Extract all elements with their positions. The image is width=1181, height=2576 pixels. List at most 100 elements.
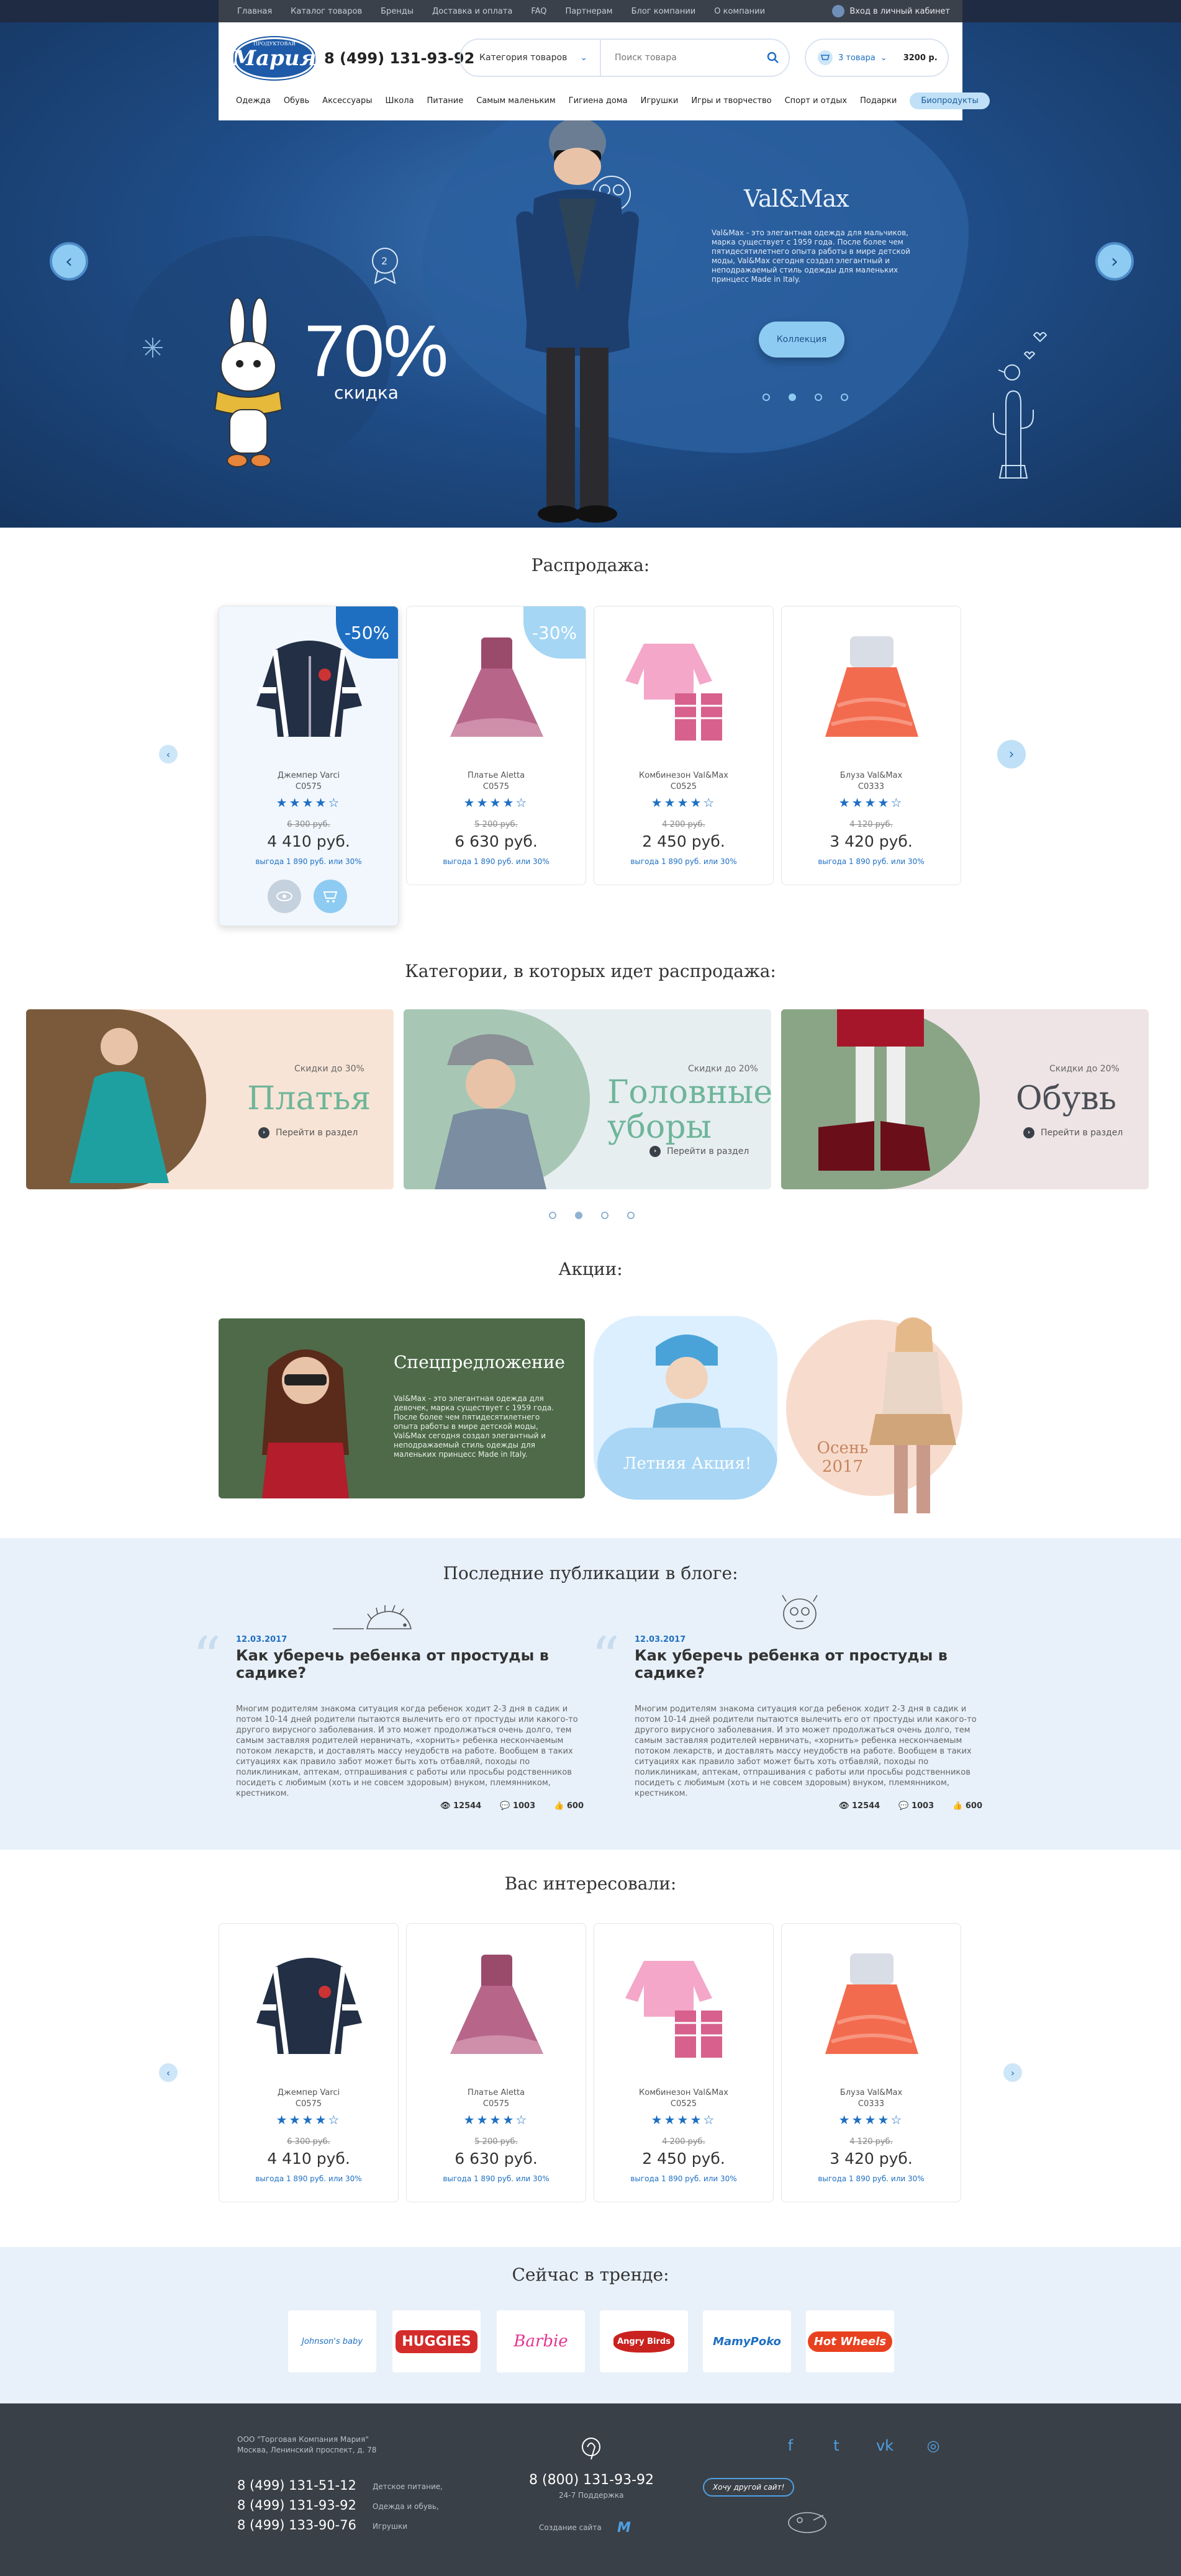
footer-phone[interactable]: 8 (499) 131-93-92 [237,2495,356,2515]
category-select[interactable]: Категория товаров ⌄ [461,40,601,76]
topnav-link[interactable]: Главная [237,7,272,16]
twitter-icon[interactable]: t [827,2437,846,2456]
product-card[interactable]: Джемпер Varci C0575 ★★★★☆ 6 300 руб. 4 41… [219,1923,399,2202]
topnav-link[interactable]: Партнерам [566,7,613,16]
catnav-item[interactable]: Обувь [284,96,309,106]
site-header: ПРОДУКТОВАЯ Мария 8 (499) 131-93-92 Кате… [219,22,990,120]
category-banner-hats[interactable]: Скидки до 20% Головные уборы › Перейти в … [404,1009,771,1189]
comment-icon: 💬 [898,1801,909,1811]
category-link[interactable]: › Перейти в раздел [649,1146,749,1157]
slider-dot[interactable] [627,1212,635,1219]
topnav-link[interactable]: Блог компании [631,7,696,16]
category-banner-dresses[interactable]: Скидки до 30% Платья › Перейти в раздел [26,1009,394,1189]
developer-logo-icon[interactable]: M [617,2520,631,2536]
product-card[interactable]: Блуза Val&Max C0333 ★★★★☆ 4 120 руб. 3 42… [781,606,961,885]
product-card[interactable]: Комбинезон Val&Max C0525 ★★★★☆ 4 200 руб.… [594,1923,774,2202]
topnav-link[interactable]: Каталог товаров [291,7,362,16]
search-input[interactable] [601,53,758,63]
blog-post[interactable]: 12.03.2017 Как уберечь ребенка от просту… [236,1635,596,1821]
brand-logo-angry-birds[interactable]: Angry Birds [600,2310,688,2372]
search-icon[interactable] [758,52,789,64]
product-card[interactable]: Блуза Val&Max C0333 ★★★★☆ 4 120 руб. 3 42… [781,1923,961,2202]
price: 6 630 руб. [455,832,538,850]
price: 2 450 руб. [642,2150,725,2168]
promo-special[interactable]: Спецпредложение Val&Max - это элегантная… [219,1318,585,1498]
catnav-item[interactable]: Аксессуары [322,96,372,106]
category-link[interactable]: › Перейти в раздел [1023,1127,1123,1138]
catnav-item[interactable]: Спорт и отдых [785,96,848,106]
catnav-item[interactable]: Самым маленьким [476,96,555,106]
cart-widget[interactable]: 3 товара ⌄ 3200 р. [805,38,949,77]
catnav-item-bio[interactable]: Биопродукты [910,92,990,109]
brand-logo-hot-wheels[interactable]: Hot Wheels [806,2310,894,2372]
catnav-item[interactable]: Подарки [860,96,897,106]
slider-dot[interactable] [601,1212,609,1219]
category-select-label: Категория товаров [479,53,568,63]
hero-prev-arrow-icon[interactable]: ‹ [50,242,88,281]
brand-logo-huggies[interactable]: HUGGIES [392,2310,481,2372]
footer-phone[interactable]: 8 (499) 131-51-12 [237,2475,356,2495]
chevron-down-icon: ⌄ [580,53,587,63]
post-stats: 👁 12544 💬 1003 👍 600 [839,1801,982,1811]
post-title[interactable]: Как уберечь ребенка от простуды в садике… [236,1647,596,1682]
catnav-item[interactable]: Игрушки [641,96,679,106]
likes-count[interactable]: 👍 600 [554,1801,584,1811]
product-card[interactable]: Комбинезон Val&Max C0525 ★★★★☆ 4 200 руб.… [594,606,774,885]
slider-dot[interactable] [549,1212,556,1219]
likes-count[interactable]: 👍 600 [952,1801,982,1811]
facebook-icon[interactable]: f [781,2437,800,2456]
add-to-cart-icon[interactable] [314,880,347,913]
catnav-item[interactable]: Школа [386,96,414,106]
interested-next-arrow-icon[interactable]: › [1003,2063,1022,2082]
product-card[interactable]: -30% Платье Aletta C0575 ★★★★☆ 5 200 руб.… [406,606,586,885]
vk-icon[interactable]: vk [876,2437,894,2456]
topnav-link[interactable]: FAQ [531,7,546,16]
sale-prev-arrow-icon[interactable]: ‹ [159,745,178,763]
slider-dot[interactable] [841,394,848,401]
header-phone[interactable]: 8 (499) 131-93-92 [324,50,474,67]
old-price: 4 120 руб. [849,820,893,829]
topnav-link[interactable]: Бренды [381,7,414,16]
cabinet-link[interactable]: Вход в личный кабинет [832,5,950,17]
interested-prev-arrow-icon[interactable]: ‹ [159,2063,178,2082]
catnav-item[interactable]: Питание [427,96,464,106]
arrow-right-icon: › [649,1146,661,1157]
brand-logo-johnsons[interactable]: Johnson's baby [288,2310,376,2372]
footer-phone[interactable]: 8 (499) 133-90-76 [237,2515,356,2535]
catnav-item[interactable]: Одежда [236,96,271,106]
collection-button[interactable]: Коллекция [759,322,844,358]
footer-company: ООО "Торговая Компания Мария" Москва, Лен… [237,2435,377,2454]
category-discount: Скидки до 20% [688,1064,758,1074]
quick-view-eye-icon[interactable] [268,880,301,913]
old-price: 5 200 руб. [474,820,518,829]
old-price: 5 200 руб. [474,2137,518,2146]
instagram-icon[interactable]: ◎ [924,2437,943,2456]
catnav-item[interactable]: Игры и творчество [691,96,771,106]
slider-dot[interactable] [762,394,770,401]
brand-logo-mamypoko[interactable]: MamyPoko [703,2310,791,2372]
product-card[interactable]: -50% Джемпер Varci C0575 ★★★★☆ 6 300 руб.… [219,606,399,926]
slider-dot-active[interactable] [789,394,796,401]
brand-logo-barbie[interactable]: Barbie [497,2310,585,2372]
topnav-link[interactable]: Доставка и оплата [432,7,512,16]
cabinet-label: Вход в личный кабинет [849,6,950,16]
post-title[interactable]: Как уберечь ребенка от простуды в садике… [635,1647,995,1682]
product-card[interactable]: Платье Aletta C0575 ★★★★☆ 5 200 руб. 6 63… [406,1923,586,2202]
site-logo[interactable]: ПРОДУКТОВАЯ Мария [232,37,317,79]
want-site-button[interactable]: Хочу другой сайт! [703,2478,795,2497]
footer-hotline[interactable]: 8 (800) 131-93-92 [529,2470,654,2490]
hero-next-arrow-icon[interactable]: › [1095,242,1134,281]
rating-stars: ★★★★☆ [838,795,904,810]
slider-dot-active[interactable] [575,1212,582,1219]
category-title: Платья [247,1080,371,1117]
categories-slider-dots [549,1212,635,1219]
benefit: выгода 1 890 руб. или 30% [818,857,925,866]
slider-dot[interactable] [815,394,822,401]
blog-post[interactable]: 12.03.2017 Как уберечь ребенка от просту… [635,1635,995,1821]
category-banner-shoes[interactable]: Скидки до 20% Обувь › Перейти в раздел [781,1009,1149,1189]
catnav-item[interactable]: Гигиена дома [569,96,628,106]
topnav-link[interactable]: О компании [714,7,765,16]
sale-next-arrow-icon[interactable]: › [997,740,1026,768]
promo-summer[interactable]: Летняя Акция! [594,1316,777,1500]
category-link[interactable]: › Перейти в раздел [258,1127,358,1138]
